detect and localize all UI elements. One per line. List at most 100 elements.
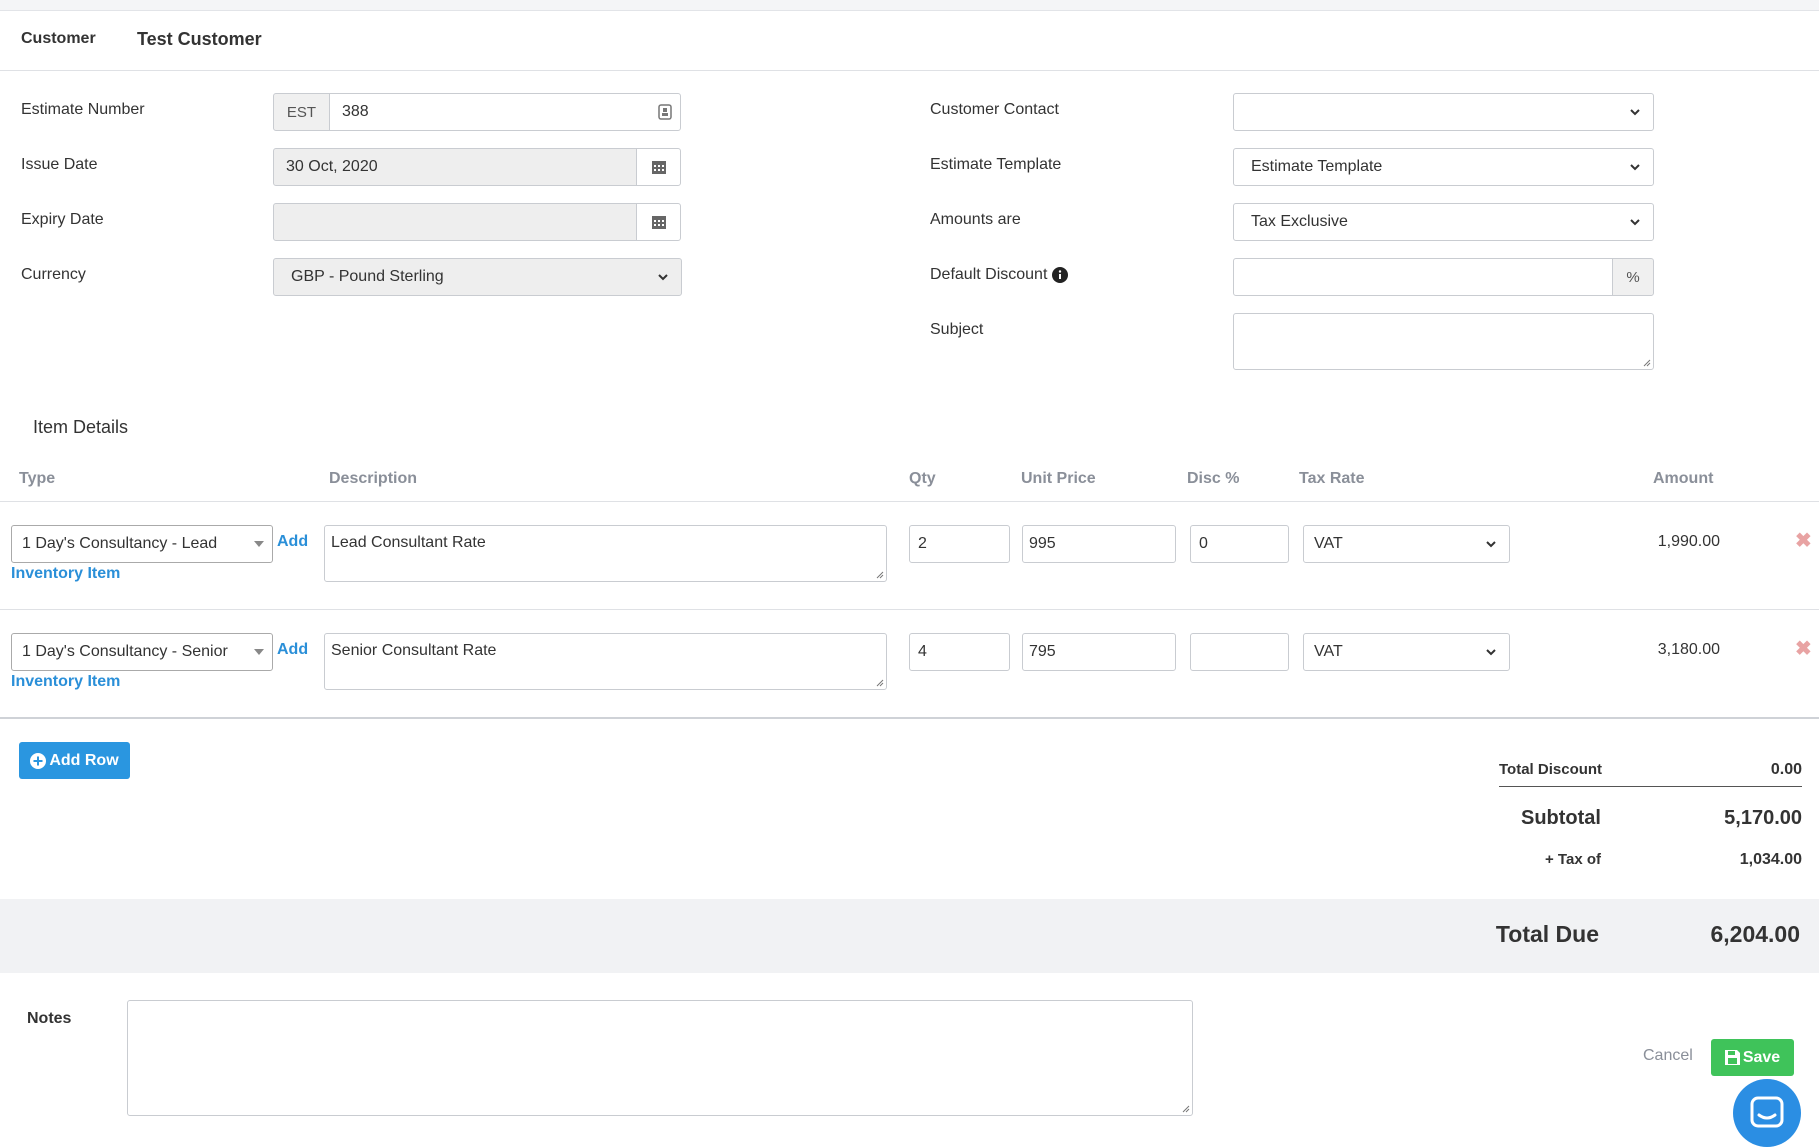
default-discount-input[interactable] xyxy=(1233,258,1613,296)
item-tax-rate-value: VAT xyxy=(1314,535,1343,552)
item-qty-input[interactable]: 4 xyxy=(909,633,1010,671)
header-divider xyxy=(0,70,1819,71)
estimate-prefix: EST xyxy=(273,93,330,131)
item-amount: 3,180.00 xyxy=(1657,641,1720,658)
floppy-disk-icon xyxy=(1724,1050,1740,1065)
currency-label: Currency xyxy=(21,266,86,283)
estimate-template-value: Estimate Template xyxy=(1251,158,1383,175)
customer-label: Customer xyxy=(21,30,96,47)
col-amount: Amount xyxy=(1653,470,1714,487)
save-label: Save xyxy=(1742,1048,1781,1066)
expiry-date-label: Expiry Date xyxy=(21,211,104,228)
col-description: Description xyxy=(329,470,418,487)
item-type-select[interactable]: 1 Day's Consultancy - Lead xyxy=(11,525,273,563)
tax-value: 1,034.00 xyxy=(1739,851,1802,868)
item-description-textarea[interactable]: Senior Consultant Rate xyxy=(324,633,887,690)
expiry-date-calendar-button[interactable] xyxy=(636,203,681,241)
percent-addon: % xyxy=(1612,258,1654,296)
table-row: 1 Day's Consultancy - Senior Add Invento… xyxy=(0,610,1819,717)
add-inventory-link-add[interactable]: Add xyxy=(277,641,308,659)
currency-value: GBP - Pound Sterling xyxy=(291,268,444,285)
item-unit-price-input[interactable]: 795 xyxy=(1022,633,1176,671)
item-description-textarea[interactable]: Lead Consultant Rate xyxy=(324,525,887,582)
add-inventory-link-item[interactable]: Inventory Item xyxy=(11,565,120,583)
item-details-title: Item Details xyxy=(33,417,129,437)
resize-grip-icon[interactable] xyxy=(1180,1103,1190,1113)
default-discount-label: Default Discount xyxy=(930,266,1048,283)
caret-down-icon xyxy=(254,649,264,655)
table-row: 1 Day's Consultancy - Lead Add Inventory… xyxy=(0,502,1819,609)
col-qty: Qty xyxy=(909,470,936,487)
add-inventory-link-item[interactable]: Inventory Item xyxy=(11,673,120,691)
cancel-button[interactable]: Cancel xyxy=(1643,1047,1693,1065)
chevron-down-icon xyxy=(1486,541,1496,548)
resize-grip-icon[interactable] xyxy=(874,569,884,579)
subject-textarea[interactable] xyxy=(1233,313,1654,370)
item-tax-rate-value: VAT xyxy=(1314,643,1343,660)
item-disc-input[interactable] xyxy=(1190,633,1289,671)
item-type-value: 1 Day's Consultancy - Senior xyxy=(22,643,228,660)
caret-down-icon xyxy=(254,541,264,547)
add-inventory-link-add[interactable]: Add xyxy=(277,533,308,551)
table-bottom-divider xyxy=(0,717,1819,719)
chevron-down-icon xyxy=(1486,649,1496,656)
info-icon[interactable] xyxy=(1052,267,1069,283)
chat-launcher-button[interactable] xyxy=(1733,1079,1801,1147)
delete-row-icon[interactable]: ✖ xyxy=(1795,528,1812,553)
item-type-value: 1 Day's Consultancy - Lead xyxy=(22,535,218,552)
contact-card-icon[interactable] xyxy=(658,104,672,120)
currency-select[interactable]: GBP - Pound Sterling xyxy=(273,258,682,296)
estimate-template-select[interactable]: Estimate Template xyxy=(1233,148,1654,186)
item-unit-price-input[interactable]: 995 xyxy=(1022,525,1176,563)
chevron-down-icon xyxy=(1630,164,1640,171)
expiry-date-input[interactable] xyxy=(273,203,637,241)
chevron-down-icon xyxy=(658,274,668,281)
issue-date-label: Issue Date xyxy=(21,156,98,173)
total-discount-value: 0.00 xyxy=(1770,761,1802,778)
subject-label: Subject xyxy=(930,321,984,338)
plus-circle-icon xyxy=(30,752,47,769)
notes-label: Notes xyxy=(27,1010,72,1027)
item-tax-rate-select[interactable]: VAT xyxy=(1303,525,1510,563)
item-type-select[interactable]: 1 Day's Consultancy - Senior xyxy=(11,633,273,671)
item-amount: 1,990.00 xyxy=(1657,533,1720,550)
issue-date-input[interactable]: 30 Oct, 2020 xyxy=(273,148,637,186)
save-button[interactable]: Save xyxy=(1711,1039,1794,1076)
calendar-icon xyxy=(651,216,666,229)
total-discount-label: Total Discount xyxy=(1499,761,1603,778)
total-due-label: Total Due xyxy=(1495,921,1599,947)
customer-contact-select[interactable] xyxy=(1233,93,1654,131)
add-row-button[interactable]: Add Row xyxy=(19,742,130,779)
estimate-template-label: Estimate Template xyxy=(930,156,1062,173)
chevron-down-icon xyxy=(1630,109,1640,116)
item-tax-rate-select[interactable]: VAT xyxy=(1303,633,1510,671)
item-disc-input[interactable]: 0 xyxy=(1190,525,1289,563)
item-qty-input[interactable]: 2 xyxy=(909,525,1010,563)
resize-grip-icon[interactable] xyxy=(1641,357,1651,367)
totals-divider xyxy=(1499,786,1802,787)
total-due-value: 6,204.00 xyxy=(1710,921,1800,947)
amounts-are-select[interactable]: Tax Exclusive xyxy=(1233,203,1654,241)
col-disc: Disc % xyxy=(1187,470,1240,487)
add-row-label: Add Row xyxy=(49,751,119,769)
issue-date-calendar-button[interactable] xyxy=(636,148,681,186)
col-unit-price: Unit Price xyxy=(1021,470,1096,487)
amounts-are-label: Amounts are xyxy=(930,211,1021,228)
estimate-number-value: 388 xyxy=(342,103,369,120)
subtotal-value: 5,170.00 xyxy=(1724,807,1802,829)
amounts-are-value: Tax Exclusive xyxy=(1251,213,1348,230)
chat-icon xyxy=(1750,1096,1784,1128)
calendar-icon xyxy=(651,161,666,174)
item-description-value: Senior Consultant Rate xyxy=(331,642,497,659)
col-type: Type xyxy=(19,470,56,487)
delete-row-icon[interactable]: ✖ xyxy=(1795,636,1812,661)
col-tax-rate: Tax Rate xyxy=(1299,470,1365,487)
resize-grip-icon[interactable] xyxy=(874,677,884,687)
chevron-down-icon xyxy=(1630,219,1640,226)
default-discount-label-group: Default Discount xyxy=(930,266,1069,284)
notes-textarea[interactable] xyxy=(127,1000,1193,1116)
estimate-number-label: Estimate Number xyxy=(21,101,145,118)
customer-contact-label: Customer Contact xyxy=(930,101,1059,118)
customer-name: Test Customer xyxy=(137,29,262,49)
estimate-number-input[interactable]: 388 xyxy=(329,93,681,131)
